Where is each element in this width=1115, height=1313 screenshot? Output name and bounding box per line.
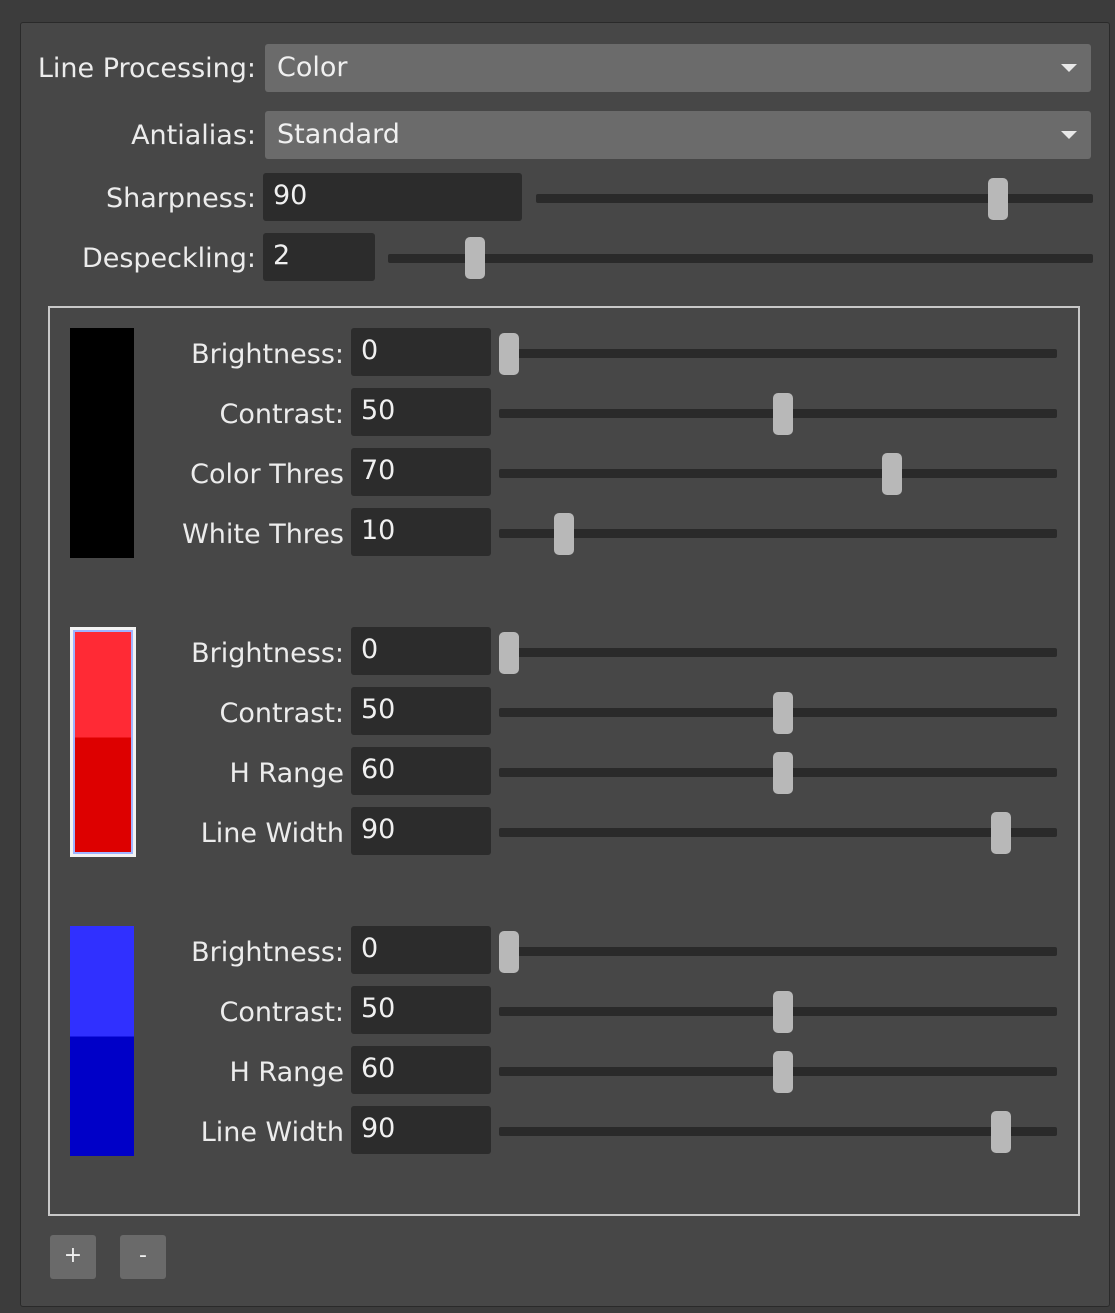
group-row-slider-thumb[interactable] (499, 632, 519, 674)
group-row-input[interactable]: 50 (351, 986, 491, 1034)
chevron-down-icon (1061, 131, 1077, 139)
group-row-slider-thumb[interactable] (991, 812, 1012, 854)
color-swatch[interactable] (70, 328, 134, 558)
group-row-input[interactable]: 50 (351, 388, 491, 436)
group-row-value: 90 (361, 814, 396, 845)
antialias-label: Antialias: (131, 120, 256, 151)
group-row-label: Line Width (200, 1117, 344, 1148)
group-row-label: Brightness: (191, 339, 344, 370)
sharpness-slider-thumb[interactable] (988, 178, 1009, 220)
sharpness-label: Sharpness: (106, 183, 256, 214)
group-row-label: Color Thres (190, 459, 344, 490)
group-row-slider-thumb[interactable] (772, 393, 793, 435)
group-row-input[interactable]: 60 (351, 747, 491, 795)
group-row-slider-track[interactable] (499, 529, 1057, 538)
group-row-label: Contrast: (219, 997, 344, 1028)
group-row-slider-track[interactable] (499, 648, 1057, 657)
group-row-input[interactable]: 0 (351, 627, 491, 675)
color-swatch[interactable] (70, 627, 136, 857)
group-row-value: 0 (361, 335, 379, 366)
group-row-value: 60 (361, 1053, 396, 1084)
group-row-input[interactable]: 50 (351, 687, 491, 735)
group-row-slider-track[interactable] (499, 469, 1057, 478)
group-row-input[interactable]: 90 (351, 1106, 491, 1154)
group-row-value: 0 (361, 634, 379, 665)
color-swatch[interactable] (70, 926, 134, 1156)
group-row-slider-track[interactable] (499, 1127, 1057, 1136)
group-row-value: 50 (361, 694, 396, 725)
group-row-slider-thumb[interactable] (499, 333, 519, 375)
despeckling-label: Despeckling: (81, 243, 256, 274)
group-row-value: 90 (361, 1113, 396, 1144)
group-row-value: 60 (361, 754, 396, 785)
group-row-label: Brightness: (191, 937, 344, 968)
group-row-slider-track[interactable] (499, 828, 1057, 837)
group-row-slider-thumb[interactable] (772, 1051, 793, 1093)
group-row-slider-thumb[interactable] (881, 453, 902, 495)
group-row-slider-thumb[interactable] (553, 513, 574, 555)
group-row-slider-thumb[interactable] (772, 692, 793, 734)
group-row-value: 0 (361, 933, 379, 964)
despeckling-slider-thumb[interactable] (464, 237, 485, 279)
group-row-label: H Range (229, 758, 344, 789)
group-row-input[interactable]: 0 (351, 328, 491, 376)
group-row-input[interactable]: 60 (351, 1046, 491, 1094)
group-row-label: Contrast: (219, 698, 344, 729)
group-row-label: Contrast: (219, 399, 344, 430)
group-row-value: 50 (361, 395, 396, 426)
sharpness-value: 90 (273, 180, 308, 211)
sharpness-slider-track[interactable] (536, 194, 1093, 203)
group-row-label: White Thres (182, 519, 344, 550)
group-row-value: 10 (361, 515, 396, 546)
group-row-input[interactable]: 10 (351, 508, 491, 556)
group-row-slider-track[interactable] (499, 947, 1057, 956)
sharpness-input[interactable]: 90 (263, 173, 522, 221)
group-row-label: H Range (229, 1057, 344, 1088)
despeckling-input[interactable]: 2 (263, 233, 375, 281)
group-row-slider-thumb[interactable] (772, 752, 793, 794)
group-row-input[interactable]: 70 (351, 448, 491, 496)
despeckling-value: 2 (273, 240, 291, 271)
antialias-dropdown[interactable]: Standard (265, 111, 1091, 159)
remove-color-button[interactable]: - (120, 1235, 166, 1279)
group-row-value: 70 (361, 455, 396, 486)
group-row-value: 50 (361, 993, 396, 1024)
group-row-slider-track[interactable] (499, 349, 1057, 358)
group-row-slider-thumb[interactable] (991, 1111, 1012, 1153)
antialias-value: Standard (277, 119, 400, 150)
line-processing-label: Line Processing: (37, 53, 256, 84)
line-processing-dropdown[interactable]: Color (265, 44, 1091, 92)
group-row-slider-thumb[interactable] (772, 991, 793, 1033)
group-row-label: Brightness: (191, 638, 344, 669)
group-row-input[interactable]: 0 (351, 926, 491, 974)
group-row-label: Line Width (200, 818, 344, 849)
despeckling-slider-track[interactable] (388, 254, 1093, 263)
chevron-down-icon (1061, 64, 1077, 72)
add-color-button[interactable]: + (50, 1235, 96, 1279)
group-row-input[interactable]: 90 (351, 807, 491, 855)
group-row-slider-thumb[interactable] (499, 931, 519, 973)
line-processing-value: Color (277, 52, 348, 83)
